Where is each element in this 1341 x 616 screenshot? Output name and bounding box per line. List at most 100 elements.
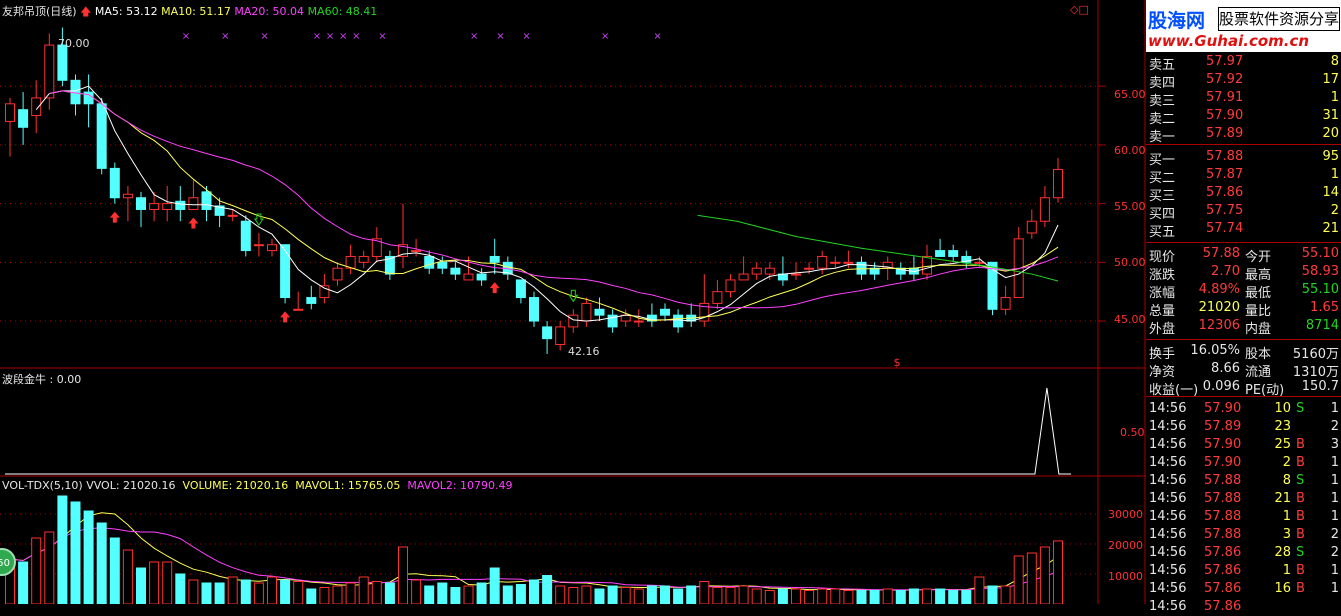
settings-diamond-icon[interactable]: ◇□ (1070, 3, 1089, 16)
tick-row[interactable]: 14:56 57.88 21 B 1 (1146, 490, 1341, 508)
indicator-line (5, 387, 1072, 475)
candle-body (293, 308, 304, 311)
volume-bar (267, 576, 277, 604)
volume-bar (122, 549, 133, 604)
tick-row[interactable]: 14:56 57.88 8 S 1 (1146, 472, 1341, 490)
tick-time: 14:56 (1149, 491, 1187, 506)
volume-header: VOL-TDX(5,10) VVOL: 21020.16 VOLUME: 210… (2, 479, 513, 492)
volume-bar (686, 585, 697, 604)
volume-bar (987, 585, 998, 604)
indicator-title: 波段金牛 : 0.00 (2, 373, 82, 386)
tick-side: S (1296, 473, 1305, 488)
candle-body (935, 250, 946, 257)
volume-bar (502, 585, 513, 604)
volume-bar (1026, 552, 1037, 604)
volume-bar (594, 588, 605, 604)
tick-time: 14:56 (1149, 455, 1187, 470)
volume-bar (358, 576, 369, 604)
ob-label: 买五 (1149, 225, 1176, 240)
candle-body (922, 255, 932, 275)
orderbook-buy-row: 买三 57.86 14 (1146, 184, 1341, 204)
ob-price: 57.75 (1206, 203, 1244, 218)
volume-bar (398, 546, 408, 604)
tick-row[interactable]: 14:56 57.89 23 2 (1146, 418, 1341, 436)
tick-volume: 23 (1274, 419, 1291, 434)
tick-count: 1 (1330, 581, 1339, 596)
candle-body (162, 203, 173, 210)
candle-body (5, 103, 15, 122)
fund-row: 净资 8.66 流通 1310万 (1146, 360, 1341, 380)
tick-row[interactable]: 14:56 57.86 28 S 2 (1146, 544, 1341, 562)
ob-volume: 20 (1322, 126, 1339, 141)
quote-value: 4.89% (1198, 282, 1240, 297)
tick-volume: 1 (1282, 563, 1291, 578)
volume-bar (162, 561, 173, 604)
volume-tick: 10000 (1108, 570, 1143, 583)
quote-label: 外盘 (1149, 322, 1176, 337)
candle-body (18, 109, 29, 128)
volume-bar (515, 584, 526, 604)
candle-body (476, 273, 487, 281)
tick-price: 57.90 (1204, 437, 1242, 452)
volume-bar (633, 588, 644, 604)
ob-label: 卖一 (1149, 130, 1176, 145)
quote-value: 1.65 (1310, 300, 1339, 315)
candle-body (1026, 220, 1037, 234)
candle-body (57, 44, 68, 81)
low-annotation: 42.16 (568, 345, 600, 358)
volume-bar (935, 588, 946, 604)
orderbook-sell-row: 卖二 57.90 31 (1146, 107, 1341, 127)
chart-area[interactable]: × × × × × × × × × × × × × $ (0, 0, 1146, 604)
volume-bar (817, 588, 828, 604)
volume-bar (319, 587, 330, 604)
candle-body (437, 261, 448, 269)
logo-slogan: 股票软件资源分享 (1218, 7, 1340, 31)
ob-price: 57.86 (1206, 185, 1244, 200)
tick-row[interactable]: 14:56 57.90 25 B 3 (1146, 436, 1341, 454)
ob-price: 57.97 (1206, 54, 1244, 69)
logo-url: www.Guhai.com.cn (1148, 32, 1310, 50)
quote-value: 57.88 (1202, 246, 1240, 261)
volume-bar (489, 567, 500, 604)
orderbook-buy-row: 买一 57.88 95 (1146, 148, 1341, 168)
ob-price: 57.91 (1206, 90, 1244, 105)
volume-bar (253, 582, 264, 604)
vvol-label: VVOL: 21020.16 (86, 479, 176, 492)
x-marker: × (601, 31, 609, 42)
candle-body (175, 200, 186, 210)
candle-body (1053, 169, 1063, 199)
orderbook-sell-row: 卖五 57.97 8 (1146, 53, 1341, 73)
ob-price: 57.89 (1206, 126, 1244, 141)
x-marker: × (496, 31, 504, 42)
candle-body (856, 261, 867, 275)
tick-row[interactable]: 14:56 57.88 1 B 1 (1146, 508, 1341, 526)
volume-bar (463, 585, 474, 604)
volume-bar (83, 510, 94, 604)
tick-row[interactable]: 14:56 57.86 1 B 1 (1146, 562, 1341, 580)
tick-count: 2 (1330, 545, 1339, 560)
volume-bar (961, 590, 972, 604)
volume-bar (646, 585, 657, 604)
volume-label: VOLUME: 21020.16 (182, 479, 289, 492)
tick-row[interactable]: 14:56 57.86 (1146, 598, 1341, 616)
tick-row[interactable]: 14:56 57.90 2 B 1 (1146, 454, 1341, 472)
tick-volume: 8 (1282, 473, 1291, 488)
tick-count: 1 (1330, 455, 1339, 470)
tick-side: S (1296, 545, 1305, 560)
volume-bar (136, 567, 146, 604)
ma20-line (49, 90, 1059, 309)
candle-body (738, 273, 749, 281)
candle-body (764, 267, 775, 275)
tick-row[interactable]: 14:56 57.90 10 S 1 (1146, 400, 1341, 418)
tick-row[interactable]: 14:56 57.88 3 B 2 (1146, 526, 1341, 544)
x-marker: × (221, 31, 229, 42)
tick-row[interactable]: 14:56 57.86 16 B 1 (1146, 580, 1341, 598)
candle-body (109, 167, 120, 199)
ob-volume: 14 (1322, 185, 1339, 200)
price-tick: 60.00 (1114, 144, 1146, 157)
candle-body (725, 279, 736, 293)
volume-bar (791, 588, 801, 604)
tick-count: 3 (1330, 437, 1339, 452)
candle-body (136, 197, 146, 210)
tick-side: B (1296, 581, 1305, 596)
